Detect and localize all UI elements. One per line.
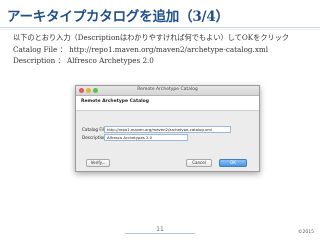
dialog-header: Remote Archetype Catalog	[76, 96, 259, 111]
instruction-text: 以下のとおり入力（Descriptionはわかりやすければ何でもよい）してOKを…	[13, 33, 290, 42]
catalog-file-info: Catalog File ： http://repo1.maven.org/ma…	[13, 45, 268, 54]
dialog-title: Remote Archetype Catalog	[137, 87, 198, 92]
page-number-rule	[125, 233, 195, 234]
description-info: Description ： Alfresco Archetypes 2.0	[13, 56, 154, 65]
copyright: ©2015	[298, 230, 314, 235]
catalog-file-input[interactable]: http://repo1.maven.org/maven2/archetype-…	[104, 126, 231, 133]
dialog-titlebar: Remote Archetype Catalog	[76, 86, 259, 96]
verify-button[interactable]: Verify...	[86, 159, 110, 167]
title-divider	[0, 27, 320, 28]
page-number: 11	[156, 226, 164, 233]
ok-button[interactable]: OK	[219, 159, 247, 167]
remote-archetype-catalog-dialog: Remote Archetype Catalog Remote Archetyp…	[75, 85, 260, 172]
slide-title: アーキタイプカタログを追加（3/4）	[7, 9, 229, 25]
dialog-header-label: Remote Archetype Catalog	[81, 99, 149, 104]
description-input[interactable]: Alfresco Archetypes 2.0	[104, 134, 188, 141]
title-divider-secondary	[0, 29, 320, 30]
cancel-button[interactable]: Cancel	[186, 159, 212, 167]
